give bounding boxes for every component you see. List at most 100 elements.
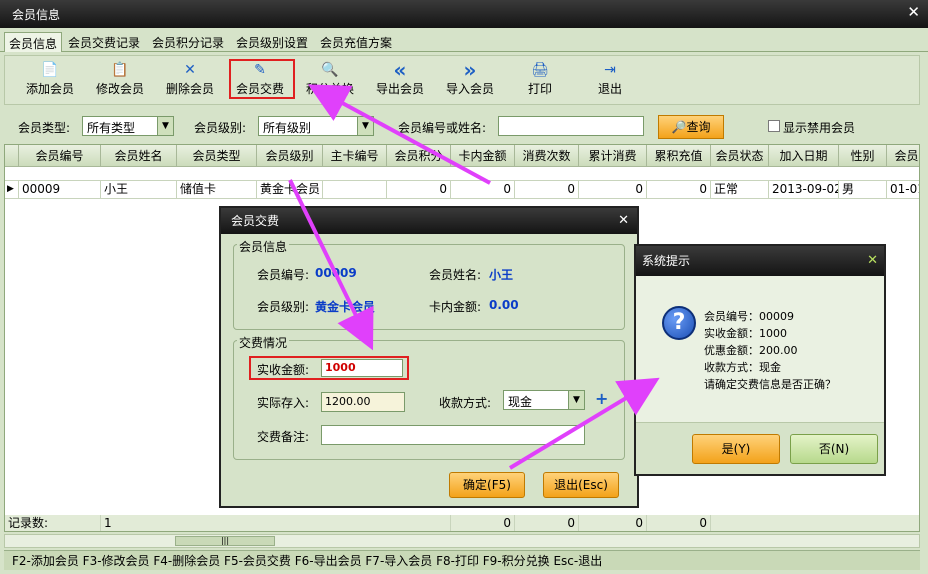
tab-strip: 会员信息 会员交费记录 会员积分记录 会员级别设置 会员充值方案 bbox=[0, 28, 928, 52]
add-icon[interactable]: + bbox=[595, 389, 608, 408]
search-input[interactable] bbox=[498, 116, 644, 136]
cell-gender: 男 bbox=[839, 181, 887, 199]
member-info-group bbox=[233, 244, 625, 330]
delete-icon: ✕ bbox=[184, 62, 196, 78]
close-icon[interactable]: ✕ bbox=[618, 208, 629, 234]
payment-method-select[interactable]: 现金 ▼ bbox=[503, 390, 585, 410]
footer-visits: 0 bbox=[515, 515, 579, 531]
id-label: 会员编号: bbox=[257, 268, 310, 282]
id-value: 00009 bbox=[315, 266, 357, 280]
type-label: 会员类型: bbox=[18, 121, 71, 135]
column-header[interactable]: 主卡编号 bbox=[323, 145, 387, 167]
search-label: 会员编号或姓名: bbox=[398, 121, 487, 135]
column-header[interactable]: 卡内金额 bbox=[451, 145, 515, 167]
column-header[interactable]: 加入日期 bbox=[769, 145, 839, 167]
column-header[interactable]: 消费次数 bbox=[515, 145, 579, 167]
deposit-amount-input[interactable]: 1200.00 bbox=[321, 392, 405, 412]
toolbar: 📄 添加会员 📋 修改会员 ✕ 删除会员 ✎ 会员交费 🔍 积分兑换 «导出会员 » 导入会… bbox=[4, 55, 920, 105]
magnifier-icon: 🔍 bbox=[321, 62, 339, 78]
column-header[interactable]: 会员 bbox=[887, 145, 919, 167]
record-count-value: 1 bbox=[101, 515, 451, 531]
tab-level-settings[interactable]: 会员级别设置 bbox=[232, 32, 312, 52]
remark-label: 交费备注: bbox=[257, 430, 310, 444]
import-member-button[interactable]: » 导入会员 bbox=[441, 60, 499, 104]
remark-input[interactable] bbox=[321, 425, 585, 445]
member-info-group-label: 会员信息 bbox=[237, 238, 290, 255]
member-level-select[interactable]: 所有级别 ▼ bbox=[258, 116, 374, 136]
column-header[interactable]: 会员编号 bbox=[19, 145, 101, 167]
footer-balance: 0 bbox=[451, 515, 515, 531]
double-left-icon: « bbox=[393, 58, 407, 82]
payment-dialog-titlebar: 会员交费 ✕ bbox=[221, 208, 637, 234]
tab-payment-records[interactable]: 会员交费记录 bbox=[64, 32, 144, 52]
cell-main-card bbox=[323, 181, 387, 199]
points-exchange-button[interactable]: 🔍 积分兑换 bbox=[301, 60, 359, 104]
shortcut-status-bar: F2-添加会员 F3-修改会员 F4-删除会员 F5-会员交费 F6-导出会员 … bbox=[4, 550, 920, 570]
cell-balance: 0 bbox=[451, 181, 515, 199]
cell-level: 黄金卡会员 bbox=[257, 181, 323, 199]
scroll-thumb[interactable]: ||| bbox=[175, 536, 275, 546]
edit-member-button[interactable]: 📋 修改会员 bbox=[91, 60, 149, 104]
exit-button[interactable]: ⇥ 退出 bbox=[581, 60, 639, 104]
level-label: 会员级别: bbox=[194, 121, 247, 135]
member-type-select[interactable]: 所有类型 ▼ bbox=[82, 116, 174, 136]
balance-label: 卡内金额: bbox=[429, 300, 482, 314]
record-count-label: 记录数: bbox=[5, 515, 101, 531]
no-button[interactable]: 否(N) bbox=[790, 434, 878, 464]
window-titlebar: 会员信息 ✕ bbox=[0, 0, 928, 28]
close-icon[interactable]: ✕ bbox=[867, 246, 878, 276]
tab-points-records[interactable]: 会员积分记录 bbox=[148, 32, 228, 52]
received-amount-input[interactable]: 1000 bbox=[321, 359, 403, 377]
tab-member-info[interactable]: 会员信息 bbox=[4, 32, 63, 52]
horizontal-scrollbar[interactable]: ||| bbox=[4, 534, 920, 548]
payment-group-label: 交费情况 bbox=[237, 334, 290, 351]
cell-visits: 0 bbox=[515, 181, 579, 199]
confirm-message: 会员编号：00009 实收金额：1000 优惠金额：200.00 收款方式：现金… bbox=[704, 310, 836, 391]
window-title: 会员信息 bbox=[12, 8, 61, 22]
printer-icon: 🖨 bbox=[531, 62, 549, 78]
column-header[interactable]: 累计消费 bbox=[579, 145, 647, 167]
tab-recharge-plans[interactable]: 会员充值方案 bbox=[316, 32, 396, 52]
double-right-icon: » bbox=[463, 58, 477, 82]
column-header[interactable]: 会员姓名 bbox=[101, 145, 177, 167]
cell-total-recharge: 0 bbox=[647, 181, 711, 199]
exit-icon: ⇥ bbox=[604, 62, 616, 78]
yes-button[interactable]: 是(Y) bbox=[692, 434, 780, 464]
column-header[interactable]: 会员级别 bbox=[257, 145, 323, 167]
column-header[interactable]: 会员类型 bbox=[177, 145, 257, 167]
add-member-button[interactable]: 📄 添加会员 bbox=[21, 60, 79, 104]
close-icon[interactable]: ✕ bbox=[907, 3, 920, 21]
cell-type: 储值卡 bbox=[177, 181, 257, 199]
exit-esc-button[interactable]: 退出(Esc) bbox=[543, 472, 619, 498]
balance-value: 0.00 bbox=[489, 298, 519, 312]
column-header[interactable]: 性别 bbox=[839, 145, 887, 167]
name-value: 小王 bbox=[489, 268, 514, 282]
level-label: 会员级别: bbox=[257, 300, 310, 314]
query-button[interactable]: 🔎查询 bbox=[658, 115, 724, 139]
add-doc-icon: 📄 bbox=[41, 62, 59, 78]
column-header[interactable]: 会员积分 bbox=[387, 145, 451, 167]
level-value: 黄金卡会员 bbox=[315, 300, 376, 314]
filter-bar: 会员类型: 所有类型 ▼ 会员级别: 所有级别 ▼ 会员编号或姓名: 显示禁用会员 bbox=[4, 110, 920, 142]
column-header[interactable]: 累积充值 bbox=[647, 145, 711, 167]
cell-points: 0 bbox=[387, 181, 451, 199]
show-disabled-label: 显示禁用会员 bbox=[783, 121, 856, 135]
highlight-payment-button bbox=[229, 59, 295, 99]
question-icon: ? bbox=[662, 306, 696, 340]
column-header[interactable]: 会员状态 bbox=[711, 145, 769, 167]
delete-member-button[interactable]: ✕ 删除会员 bbox=[161, 60, 219, 104]
search-icon: 🔎 bbox=[671, 120, 687, 134]
chevron-down-icon: ▼ bbox=[568, 391, 584, 409]
confirm-f5-button[interactable]: 确定(F5) bbox=[449, 472, 525, 498]
payment-dialog: 会员交费 ✕ 会员信息 会员编号: 00009 会员姓名: 小王 会员级别: 黄金… bbox=[219, 206, 639, 508]
show-disabled-checkbox[interactable] bbox=[768, 120, 780, 132]
export-member-button[interactable]: «导出会员 bbox=[371, 60, 429, 104]
cell-name: 小王 bbox=[101, 181, 177, 199]
footer-spent: 0 bbox=[579, 515, 647, 531]
footer-blank bbox=[711, 515, 919, 531]
received-label: 实收金额: bbox=[257, 363, 310, 377]
method-label: 收款方式: bbox=[439, 396, 492, 410]
print-button[interactable]: 🖨 打印 bbox=[511, 60, 569, 104]
filter-row[interactable] bbox=[5, 167, 919, 181]
footer-recharge: 0 bbox=[647, 515, 711, 531]
